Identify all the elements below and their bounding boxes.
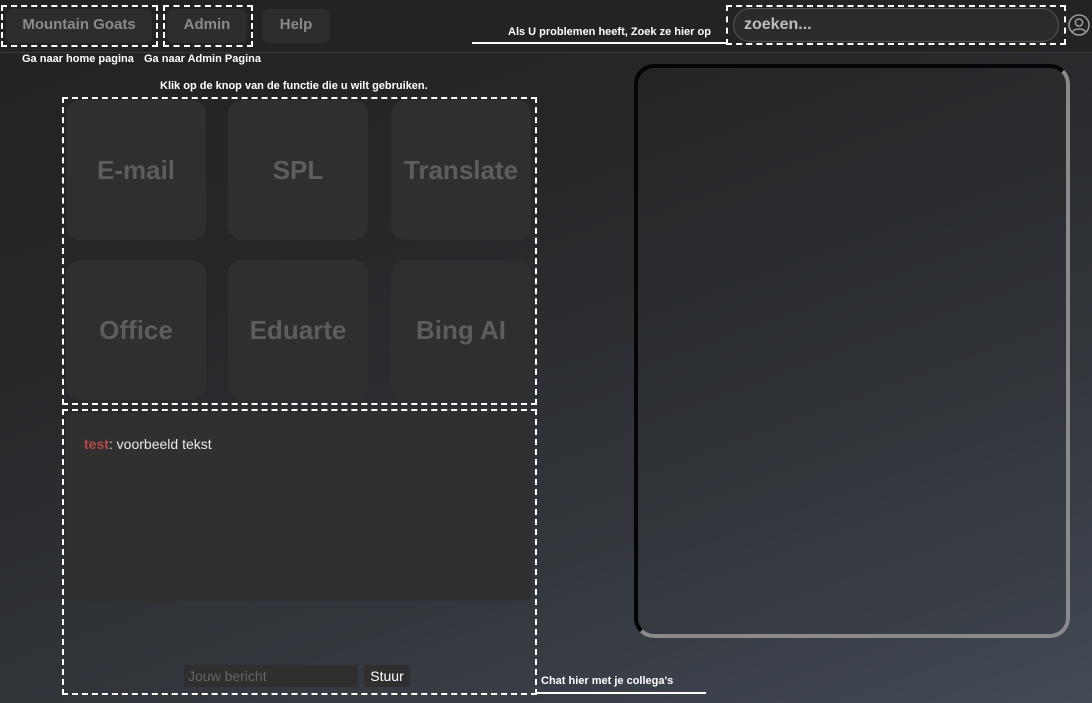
chat-input[interactable] (184, 665, 358, 687)
search-annotation-underline (472, 42, 728, 44)
tile-bing-ai[interactable]: Bing AI (391, 260, 531, 400)
home-button[interactable]: Mountain Goats (6, 9, 152, 43)
tile-eduarte[interactable]: Eduarte (228, 260, 368, 400)
tiles-annotation: Klik op de knop van de functie die u wil… (160, 80, 428, 92)
chat-message-user: test (84, 436, 109, 452)
tile-email[interactable]: E-mail (66, 100, 206, 240)
admin-button[interactable]: Admin (167, 9, 247, 43)
chat-message-text: : voorbeeld tekst (108, 436, 212, 452)
send-button[interactable]: Stuur (364, 665, 410, 687)
home-annotation: Ga naar home pagina (22, 53, 134, 65)
search-annotation: Als U problemen heeft, Zoek ze hier op (508, 26, 711, 38)
tile-office[interactable]: Office (66, 260, 206, 400)
tile-spl[interactable]: SPL (228, 100, 368, 240)
chat-message: test: voorbeeld tekst (84, 436, 212, 452)
help-button[interactable]: Help (262, 9, 330, 43)
tile-translate[interactable]: Translate (391, 100, 531, 240)
chat-annotation: Chat hier met je collega's (541, 675, 674, 687)
chat-annotation-underline (536, 692, 706, 694)
admin-annotation: Ga naar Admin Pagina (144, 53, 261, 65)
content-panel (634, 64, 1070, 638)
user-icon[interactable] (1068, 14, 1090, 36)
search-input[interactable] (733, 8, 1059, 42)
